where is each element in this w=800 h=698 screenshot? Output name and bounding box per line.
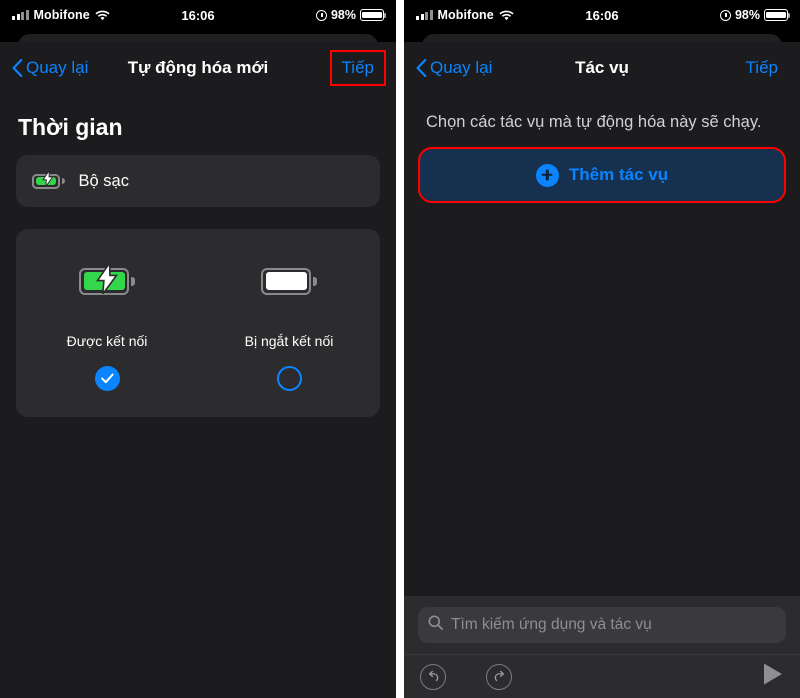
- cellular-bars-icon: [12, 10, 29, 20]
- chevron-left-icon: [12, 58, 23, 78]
- battery-percent-label: 98%: [330, 8, 356, 22]
- battery-icon: [360, 9, 387, 21]
- trigger-row-label: Bộ sạc: [78, 171, 129, 190]
- section-title-time: Thời gian: [18, 114, 123, 140]
- add-action-button[interactable]: Thêm tác vụ: [418, 147, 786, 203]
- status-bar-right-group: 98%: [315, 8, 387, 22]
- description-text: Chọn các tác vụ mà tự động hóa này sẽ ch…: [426, 113, 762, 131]
- status-bar-right-group: 98%: [719, 8, 791, 22]
- back-button-label-right: Quay lại: [430, 58, 493, 77]
- back-button-left[interactable]: Quay lại: [12, 58, 88, 78]
- battery-icon: [764, 9, 791, 21]
- next-button-left[interactable]: Tiếp: [329, 50, 387, 86]
- charger-state-choice-card: Được kết nối Bị ngắt kết nối: [16, 229, 380, 417]
- wifi-icon: [95, 10, 110, 21]
- choice-connected-radio[interactable]: [94, 366, 120, 391]
- carrier-label: Mobifone: [437, 8, 494, 22]
- chevron-left-icon: [416, 58, 427, 78]
- choice-disconnected-label: Bị ngắt kết nối: [244, 333, 334, 349]
- back-button-right[interactable]: Quay lại: [416, 58, 492, 78]
- screenshot-stage: Mobifone 16:06 98% Quay lại Tự động hóa …: [0, 0, 800, 698]
- choice-disconnected[interactable]: Bị ngắt kết nối: [198, 255, 380, 391]
- nav-bar-right: Quay lại Tác vụ Tiếp: [404, 42, 800, 94]
- nav-bar-left: Quay lại Tự động hóa mới Tiếp: [0, 42, 396, 94]
- search-placeholder: Tìm kiếm ứng dụng và tác vụ: [451, 616, 652, 633]
- panel-divider: [396, 0, 404, 698]
- editor-toolbar: [404, 654, 800, 698]
- status-bar-left-group: Mobifone: [416, 8, 514, 22]
- cellular-bars-icon: [416, 10, 433, 20]
- battery-full-icon: [261, 255, 317, 307]
- play-icon[interactable]: [762, 662, 784, 691]
- screen-lock-rotation-icon: [719, 9, 731, 21]
- back-button-label-left: Quay lại: [26, 58, 89, 77]
- screen-lock-rotation-icon: [315, 9, 327, 21]
- right-panel-body: Chọn các tác vụ mà tự động hóa này sẽ ch…: [404, 94, 800, 698]
- battery-charging-icon: [32, 168, 65, 189]
- choice-connected-label: Được kết nối: [66, 333, 148, 349]
- sheet-top-edge-left: [0, 30, 396, 58]
- status-bar-right: Mobifone 16:06 98%: [404, 0, 800, 30]
- status-bar-left-group: Mobifone: [12, 8, 110, 22]
- battery-charging-icon: [79, 255, 135, 307]
- redo-icon[interactable]: [486, 663, 512, 690]
- trigger-row-charger[interactable]: Bộ sạc: [16, 155, 380, 207]
- choice-connected[interactable]: Được kết nối: [16, 255, 198, 391]
- choice-disconnected-radio[interactable]: [276, 366, 302, 391]
- plus-circle-icon: [535, 163, 559, 187]
- search-zone: Tìm kiếm ứng dụng và tác vụ: [404, 596, 800, 654]
- add-action-button-label: Thêm tác vụ: [568, 165, 669, 184]
- search-icon: [428, 615, 443, 635]
- right-phone-screen: Mobifone 16:06 98% Quay lại Tác vụ Tiếp …: [404, 0, 800, 698]
- search-input[interactable]: Tìm kiếm ứng dụng và tác vụ: [418, 607, 786, 643]
- sheet-top-edge-right: [404, 30, 800, 58]
- add-action-wrapper: Thêm tác vụ: [404, 135, 800, 203]
- battery-percent-label: 98%: [734, 8, 760, 22]
- left-panel-body: Thời gian Bộ sạc Được kết nối Bị ngắt kế…: [0, 94, 396, 698]
- left-phone-screen: Mobifone 16:06 98% Quay lại Tự động hóa …: [0, 0, 396, 698]
- carrier-label: Mobifone: [33, 8, 90, 22]
- undo-icon[interactable]: [420, 663, 446, 690]
- next-button-right[interactable]: Tiếp: [736, 52, 788, 84]
- status-bar-left: Mobifone 16:06 98%: [0, 0, 396, 30]
- wifi-icon: [499, 10, 514, 21]
